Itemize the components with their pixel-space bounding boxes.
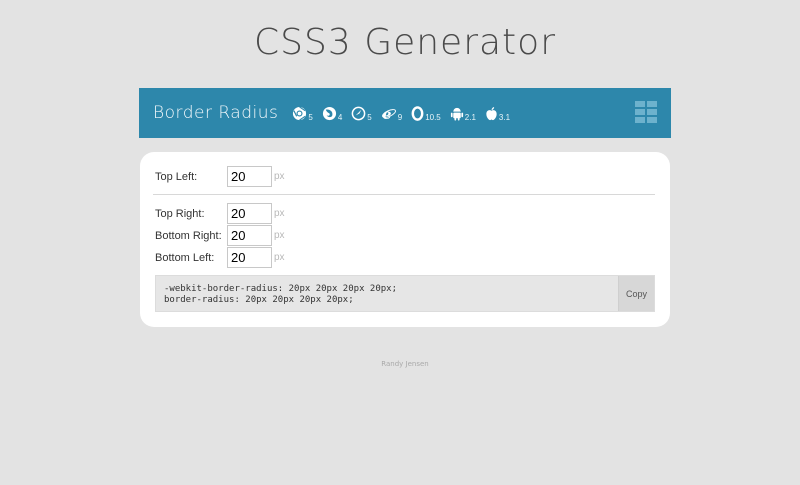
safari-icon: [351, 106, 366, 120]
opera-icon: [411, 105, 424, 121]
divider: [153, 194, 655, 195]
grid-menu-icon[interactable]: [635, 101, 657, 123]
bottom-right-label: Bottom Right:: [155, 229, 222, 242]
chrome-icon: [293, 105, 307, 121]
top-right-input[interactable]: [227, 203, 272, 224]
safari-version: 5: [367, 112, 372, 122]
ie-icon: e: [381, 107, 396, 121]
css-output-box: -webkit-border-radius: 20px 20px 20px 20…: [155, 275, 655, 312]
bottom-left-row: Bottom Left: px: [155, 247, 285, 268]
top-left-unit: px: [274, 171, 285, 182]
bottom-right-unit: px: [274, 230, 285, 241]
svg-text:e: e: [382, 107, 391, 121]
header-title: Border Radius: [153, 103, 279, 123]
top-right-label: Top Right:: [155, 207, 205, 220]
top-left-row: Top Left: px: [155, 166, 285, 187]
browser-support-opera: 10.5: [411, 105, 441, 122]
chrome-version: 5: [308, 112, 313, 122]
bottom-right-row: Bottom Right: px: [155, 225, 285, 246]
bottom-left-input[interactable]: [227, 247, 272, 268]
opera-version: 10.5: [425, 112, 441, 122]
settings-panel: Top Left: px Top Right: px Bottom Right:…: [140, 152, 670, 327]
copy-button[interactable]: Copy: [618, 276, 654, 311]
page-title: CSS3 Generator: [254, 22, 556, 63]
browser-support-android: 2.1: [450, 105, 476, 122]
firefox-version: 4: [337, 112, 343, 122]
apple-icon: [486, 106, 497, 120]
css-output-code[interactable]: -webkit-border-radius: 20px 20px 20px 20…: [164, 284, 397, 306]
top-right-row: Top Right: px: [155, 203, 285, 224]
browser-support-ie: e 9: [381, 105, 402, 122]
top-left-label: Top Left:: [155, 170, 198, 183]
top-left-input[interactable]: [227, 166, 272, 187]
bottom-left-unit: px: [274, 252, 285, 263]
android-icon: [450, 107, 463, 121]
browser-support-ios: 3.1: [485, 105, 510, 122]
browser-support-firefox: 4: [322, 105, 342, 122]
ie-version: 9: [397, 112, 403, 122]
bottom-right-input[interactable]: [227, 225, 272, 246]
browser-support-chrome: 5: [292, 105, 313, 122]
author-credit[interactable]: Randy Jensen: [0, 360, 800, 368]
firefox-icon: [322, 106, 336, 120]
top-right-unit: px: [274, 208, 285, 219]
ios-version: 3.1: [498, 112, 511, 122]
browser-support-safari: 5: [351, 105, 372, 122]
android-version: 2.1: [464, 112, 476, 122]
bottom-left-label: Bottom Left:: [155, 251, 215, 264]
generator-header: Border Radius 5 4 5 e 9 10.5 2.1 3.1: [139, 88, 671, 138]
